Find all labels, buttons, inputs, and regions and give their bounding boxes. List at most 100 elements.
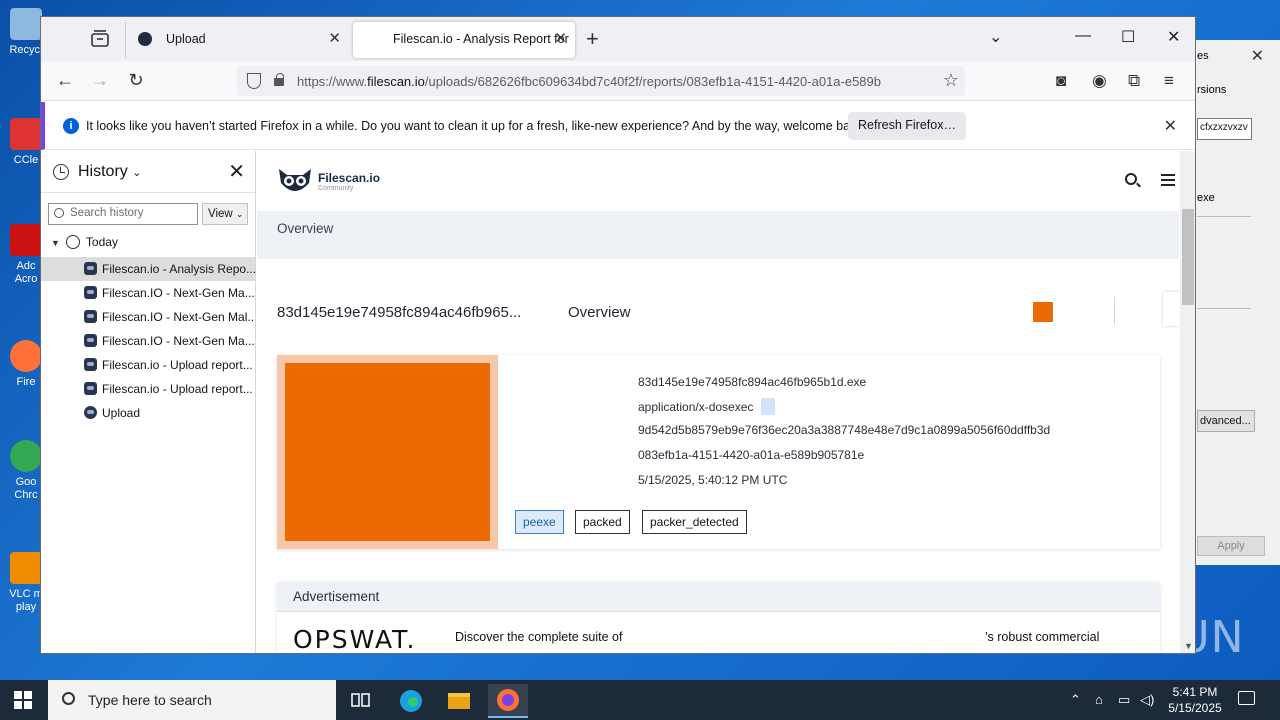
back-arrow-icon[interactable]: ← (54, 70, 76, 92)
logo-text[interactable]: Filescan.io (318, 171, 380, 185)
start-button-windows-icon[interactable] (14, 691, 32, 709)
sidebar-header: History ⌄ ✕ (41, 151, 255, 193)
exe-label: exe (1197, 192, 1215, 204)
history-item[interactable]: Filescan.IO - Next-Gen Ma... (41, 329, 255, 353)
close-tab-icon[interactable]: ✕ (328, 29, 341, 47)
site-header: Filescan.io Community (257, 151, 1179, 211)
verdict-indicator (1033, 302, 1053, 322)
close-icon[interactable]: ✕ (1251, 46, 1264, 66)
menu-hamburger-icon[interactable]: ≡ (1164, 71, 1174, 91)
tag-peexe[interactable]: peexe (515, 510, 564, 534)
window-title-fragment: es (1197, 50, 1209, 62)
page-scrollbar[interactable]: ▼ (1180, 151, 1195, 653)
search-icon[interactable] (1125, 173, 1137, 185)
side-panel-tab[interactable] (1163, 292, 1179, 326)
close-tab-icon[interactable]: ✕ (554, 29, 567, 47)
lock-icon[interactable] (274, 73, 284, 86)
url-text[interactable]: https://www.filescan.io/uploads/682626fb… (297, 74, 937, 89)
opswat-logo[interactable]: OPSWAT. (293, 625, 416, 653)
tag-packed[interactable]: packed (575, 510, 630, 534)
volume-icon[interactable]: ◁) (1140, 692, 1154, 708)
filescan-favicon-icon (84, 334, 97, 347)
history-group-today[interactable]: ▼ Today (51, 235, 118, 249)
file-document-icon[interactable] (761, 398, 776, 415)
windows-taskbar: Type here to search ⌃ ⌂ ▭ ◁) 5:41 PM 5/1… (0, 680, 1280, 720)
view-dropdown-button[interactable]: View ⌄ (202, 203, 248, 225)
search-icon (54, 208, 64, 218)
sha256-value: 9d542d5b8579eb9e76f36ec20a3a3887748e48e7… (638, 423, 1051, 437)
tab-upload[interactable]: Upload ✕ (125, 22, 351, 58)
filescan-favicon-icon (84, 358, 97, 371)
firefox-view-icon[interactable] (89, 28, 111, 50)
breadcrumb-bar: Overview (257, 211, 1179, 259)
sidebar-title[interactable]: History ⌄ (78, 163, 141, 181)
edge-icon[interactable] (391, 684, 431, 718)
filescan-owl-logo-icon[interactable] (277, 165, 313, 195)
tab-analysis-report[interactable]: Filescan.io - Analysis Report for ✕ (353, 22, 575, 58)
divider (1197, 216, 1251, 217)
pocket-icon[interactable]: ◙ (1056, 71, 1066, 91)
show-hidden-icons-chevron-icon[interactable]: ⌃ (1070, 692, 1081, 708)
ccleaner-icon (10, 118, 42, 150)
task-view-icon[interactable] (340, 684, 380, 718)
web-page: Filescan.io Community Overview 83d145e19… (257, 151, 1179, 653)
twisty-down-icon: ▼ (51, 238, 60, 248)
history-item[interactable]: Upload (41, 401, 255, 425)
reload-icon[interactable]: ↻ (125, 70, 147, 92)
advanced-button[interactable]: dvanced... (1197, 410, 1255, 432)
history-item[interactable]: Filescan.io - Upload report... (41, 353, 255, 377)
bookmark-star-icon[interactable]: ☆ (943, 70, 959, 91)
ad-copy-continued: ’s robust commercial (985, 630, 1100, 644)
notification-message: It looks like you haven’t started Firefo… (86, 119, 867, 133)
report-title-row: 83d145e19e74958fc894ac46fb965... Overvie… (277, 304, 631, 321)
account-icon[interactable]: ◉ (1092, 71, 1107, 91)
network-icon[interactable]: ⌂ (1095, 692, 1103, 707)
history-item[interactable]: Filescan.IO - Next-Gen Mal... (41, 305, 255, 329)
report-section-title: Overview (568, 304, 631, 321)
acrobat-icon (10, 224, 42, 256)
taskbar-search-box[interactable]: Type here to search (48, 680, 336, 720)
new-tab-plus-icon[interactable]: + (586, 26, 599, 52)
filescan-favicon-icon (84, 310, 97, 323)
search-icon (62, 692, 75, 705)
minimize-icon[interactable]: — (1075, 27, 1091, 45)
ad-copy: Discover the complete suite of (455, 630, 623, 644)
url-bar[interactable]: https://www.filescan.io/uploads/682626fb… (237, 66, 965, 96)
report-id-value: 083efb1a-4151-4420-a01a-e589b905781e (638, 448, 865, 462)
forward-arrow-icon[interactable]: → (89, 70, 111, 92)
chrome-icon (10, 440, 42, 472)
tracking-protection-shield-icon[interactable] (247, 73, 261, 89)
close-window-icon[interactable]: ✕ (1167, 27, 1180, 47)
scrollbar-thumb[interactable] (1182, 209, 1194, 305)
file-name: 83d145e19e74958fc894ac46fb965b1d.exe (638, 375, 867, 389)
history-clock-icon (53, 164, 69, 180)
history-item[interactable]: Filescan.io - Upload report... (41, 377, 255, 401)
name-field[interactable]: cfxzxzvxzv (1197, 118, 1252, 140)
file-explorer-icon[interactable] (439, 684, 479, 718)
filescan-favicon-icon (84, 286, 97, 299)
close-icon[interactable]: ✕ (1164, 116, 1177, 136)
firefox-taskbar-icon[interactable] (488, 684, 528, 718)
taskbar-clock[interactable]: 5:41 PM 5/15/2025 (1160, 684, 1230, 716)
extensions-puzzle-icon[interactable]: ⧉ (1128, 71, 1140, 91)
tag-packer-detected[interactable]: packer_detected (642, 510, 747, 534)
maximize-icon[interactable]: ☐ (1121, 27, 1135, 47)
search-history-input[interactable]: Search history (48, 203, 198, 225)
history-item[interactable]: Filescan.IO - Next-Gen Ma... (41, 281, 255, 305)
battery-icon[interactable]: ▭ (1118, 692, 1130, 708)
history-item[interactable]: Filescan.io - Analysis Repo... (41, 257, 255, 281)
versions-tab[interactable]: rsions (1197, 84, 1226, 96)
menu-hamburger-icon[interactable] (1161, 174, 1175, 186)
apply-button[interactable]: Apply (1197, 536, 1265, 556)
recycle-bin-icon (10, 8, 42, 40)
firefox-window: Upload ✕ Filescan.io - Analysis Report f… (40, 16, 1196, 654)
logo-subtitle: Community (318, 185, 354, 192)
history-sidebar: History ⌄ ✕ Search history View ⌄ ▼ Today… (41, 151, 256, 653)
refresh-firefox-button[interactable]: Refresh Firefox… (848, 112, 966, 140)
notifications-icon[interactable] (1238, 691, 1255, 705)
list-all-tabs-chevron-icon[interactable]: ⌄ (989, 27, 1002, 47)
scroll-down-arrow-icon[interactable]: ▼ (1184, 641, 1193, 651)
filescan-favicon-icon (138, 32, 152, 46)
close-sidebar-icon[interactable]: ✕ (228, 159, 245, 184)
divider (1197, 308, 1251, 309)
